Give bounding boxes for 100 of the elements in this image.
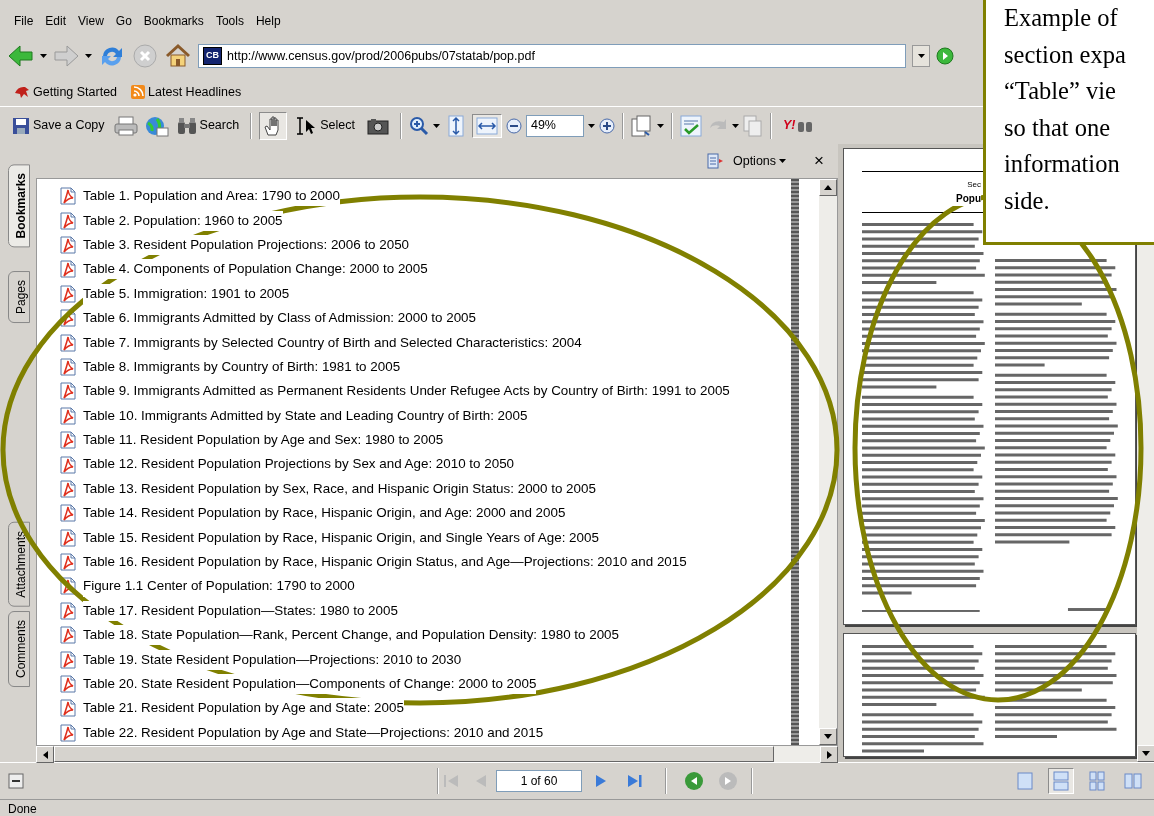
scroll-left-button[interactable] xyxy=(36,746,54,763)
pdf-page-icon xyxy=(59,406,77,425)
favicon-icon: CB xyxy=(203,47,222,65)
close-button[interactable]: × xyxy=(810,145,828,177)
menu-item[interactable]: File xyxy=(8,12,40,30)
back-view-icon[interactable] xyxy=(684,771,704,791)
caret-icon[interactable] xyxy=(432,123,440,128)
pdf-page-icon xyxy=(59,601,77,620)
go-icon[interactable] xyxy=(936,47,954,65)
menu-item[interactable]: Help xyxy=(249,12,287,30)
bookmark-link[interactable]: Getting Started xyxy=(10,79,122,105)
pdf-page-icon xyxy=(59,187,77,206)
select-tool-button[interactable]: Select xyxy=(291,112,359,139)
down-arrow-icon xyxy=(1142,751,1150,756)
bookmark-item[interactable]: Table 5. Immigration: 1901 to 2005 xyxy=(83,283,290,304)
bookmark-item[interactable]: Table 20. State Resident Population—Components of Change: 2000 to 2005 xyxy=(83,673,537,695)
spell-check-icon[interactable] xyxy=(679,114,702,137)
menu-item[interactable]: View xyxy=(72,12,110,30)
options-icon xyxy=(706,153,723,169)
panel-toggle-icon[interactable] xyxy=(8,773,24,789)
bookmark-item[interactable]: Table 17. Resident Population—States: 1980 to 2005 xyxy=(83,600,398,621)
callout-text: Example of xyxy=(1004,3,1119,33)
pdf-page-icon xyxy=(59,260,77,279)
printer-icon[interactable] xyxy=(112,114,139,137)
scroll-thumb[interactable] xyxy=(54,746,774,762)
vertical-arrows-icon xyxy=(447,114,464,137)
pdf-page-icon xyxy=(59,650,77,669)
next-page-icon[interactable] xyxy=(594,773,608,789)
side-tab[interactable]: Attachments xyxy=(8,522,30,608)
pdf-page-icon xyxy=(59,504,77,523)
caret-icon xyxy=(917,54,925,58)
pdf-page-icon xyxy=(59,528,77,547)
rss-feed-icon xyxy=(131,85,146,99)
scroll-right-button[interactable] xyxy=(820,746,838,763)
caret-icon[interactable] xyxy=(656,123,664,128)
continuous-icon xyxy=(1052,771,1070,791)
pdf-page-icon xyxy=(59,333,77,352)
pdf-page-icon xyxy=(59,626,77,645)
splitter-handle[interactable] xyxy=(791,179,799,745)
bookmark-item[interactable]: Table 2. Population: 1960 to 2005 xyxy=(83,210,283,231)
pdf-page-icon xyxy=(59,211,77,230)
camera-icon xyxy=(366,116,389,135)
menu-item[interactable]: Tools xyxy=(209,12,250,30)
caret-icon xyxy=(779,159,787,163)
pdf-page-icon xyxy=(59,455,77,474)
menu-item[interactable]: Bookmarks xyxy=(137,12,210,30)
callout-text: side. xyxy=(1004,185,1051,216)
zoom-in-icon[interactable] xyxy=(598,117,615,134)
caret-icon[interactable] xyxy=(40,54,47,58)
callout-text: section expa xyxy=(1004,39,1127,70)
bookmark-item[interactable]: Table 18. State Population—Rank, Percent Change, and Population Density: 1980 to 2005 xyxy=(83,625,619,646)
pdf-page-icon xyxy=(59,357,77,376)
facing-icon xyxy=(1124,771,1142,791)
yahoo-toolbar-button[interactable]: Y! xyxy=(778,113,817,138)
caret-icon[interactable] xyxy=(85,54,92,58)
hand-tool-button[interactable] xyxy=(259,111,288,140)
search-button[interactable]: Search xyxy=(172,113,244,138)
pdf-page-icon xyxy=(59,284,77,303)
save-copy-button[interactable]: Save a Copy xyxy=(8,113,109,138)
continuous-facing-icon xyxy=(1088,771,1106,791)
page-number-field[interactable]: 1 of 60 xyxy=(496,770,582,792)
page-layout-button[interactable] xyxy=(1048,768,1074,794)
bookmark-item[interactable]: Table 3. Resident Population Projections: 2006 to 2050 xyxy=(83,234,410,256)
menu-item[interactable]: Edit xyxy=(39,12,73,30)
right-arrow-icon xyxy=(826,750,832,759)
pdf-page-icon xyxy=(59,553,77,572)
fit-width-button[interactable] xyxy=(471,113,502,138)
last-page-icon[interactable] xyxy=(626,773,644,789)
down-arrow-icon xyxy=(824,734,832,739)
home-icon[interactable] xyxy=(164,43,192,69)
side-tab[interactable]: Comments xyxy=(8,611,30,688)
pdf-page-icon xyxy=(59,675,77,693)
side-tab[interactable]: Bookmarks xyxy=(8,164,30,248)
zoom-out-icon[interactable] xyxy=(505,117,522,134)
binoculars-icon xyxy=(798,119,813,132)
bookmark-item[interactable]: Table 4. Components of Population Change: 2000 to 2005 xyxy=(83,259,428,280)
bookmark-item[interactable]: Table 19. State Resident Population—Projections: 2010 to 2030 xyxy=(83,649,462,670)
address-field[interactable]: CB http://www.census.gov/prod/2006pubs/07statab/pop.pdf xyxy=(198,44,906,68)
horizontal-arrows-icon xyxy=(475,116,498,135)
pdf-page-icon xyxy=(59,382,77,401)
dropdown-button[interactable] xyxy=(912,45,930,67)
zoom-field[interactable]: 49% xyxy=(525,114,584,137)
options-menu-button[interactable]: Options xyxy=(728,148,791,174)
bookmark-link[interactable]: Latest Headlines xyxy=(127,79,246,105)
caret-icon[interactable] xyxy=(587,123,595,128)
zoom-in-tool-icon[interactable] xyxy=(408,115,429,136)
binoculars-icon xyxy=(176,116,197,135)
scroll-up-button[interactable] xyxy=(819,179,837,196)
caret-icon[interactable] xyxy=(731,123,739,128)
scroll-down-button[interactable] xyxy=(1137,745,1154,762)
address-text: http://www.census.gov/prod/2006pubs/07statab/pop.pdf xyxy=(227,47,535,65)
callout-text: “Table” vie xyxy=(1004,76,1117,106)
left-arrow-icon xyxy=(42,750,48,759)
side-tab[interactable]: Pages xyxy=(8,271,30,324)
status-text: Done xyxy=(0,799,1154,816)
menu-item[interactable]: Go xyxy=(109,12,138,30)
back-arrow-icon[interactable] xyxy=(8,44,34,68)
pdf-page-icon xyxy=(59,431,77,450)
scroll-down-button[interactable] xyxy=(819,728,837,745)
callout-text: information xyxy=(1004,149,1121,179)
